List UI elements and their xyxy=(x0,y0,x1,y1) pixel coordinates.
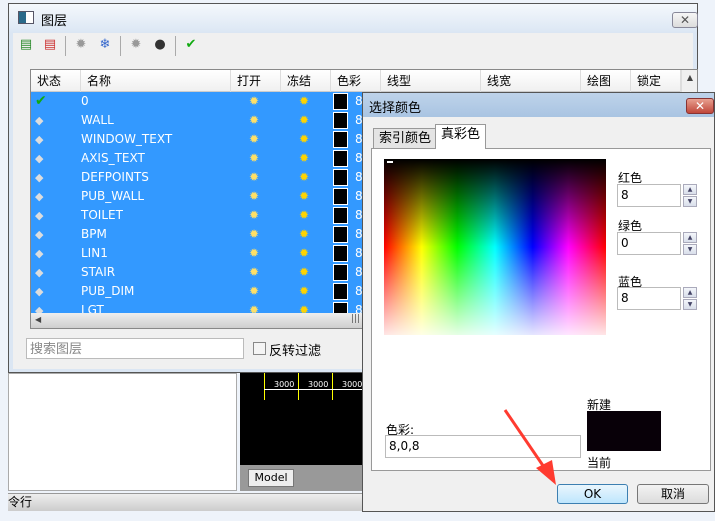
tab-true-color[interactable]: 真彩色 xyxy=(435,124,487,149)
annotation-arrow xyxy=(503,409,556,485)
